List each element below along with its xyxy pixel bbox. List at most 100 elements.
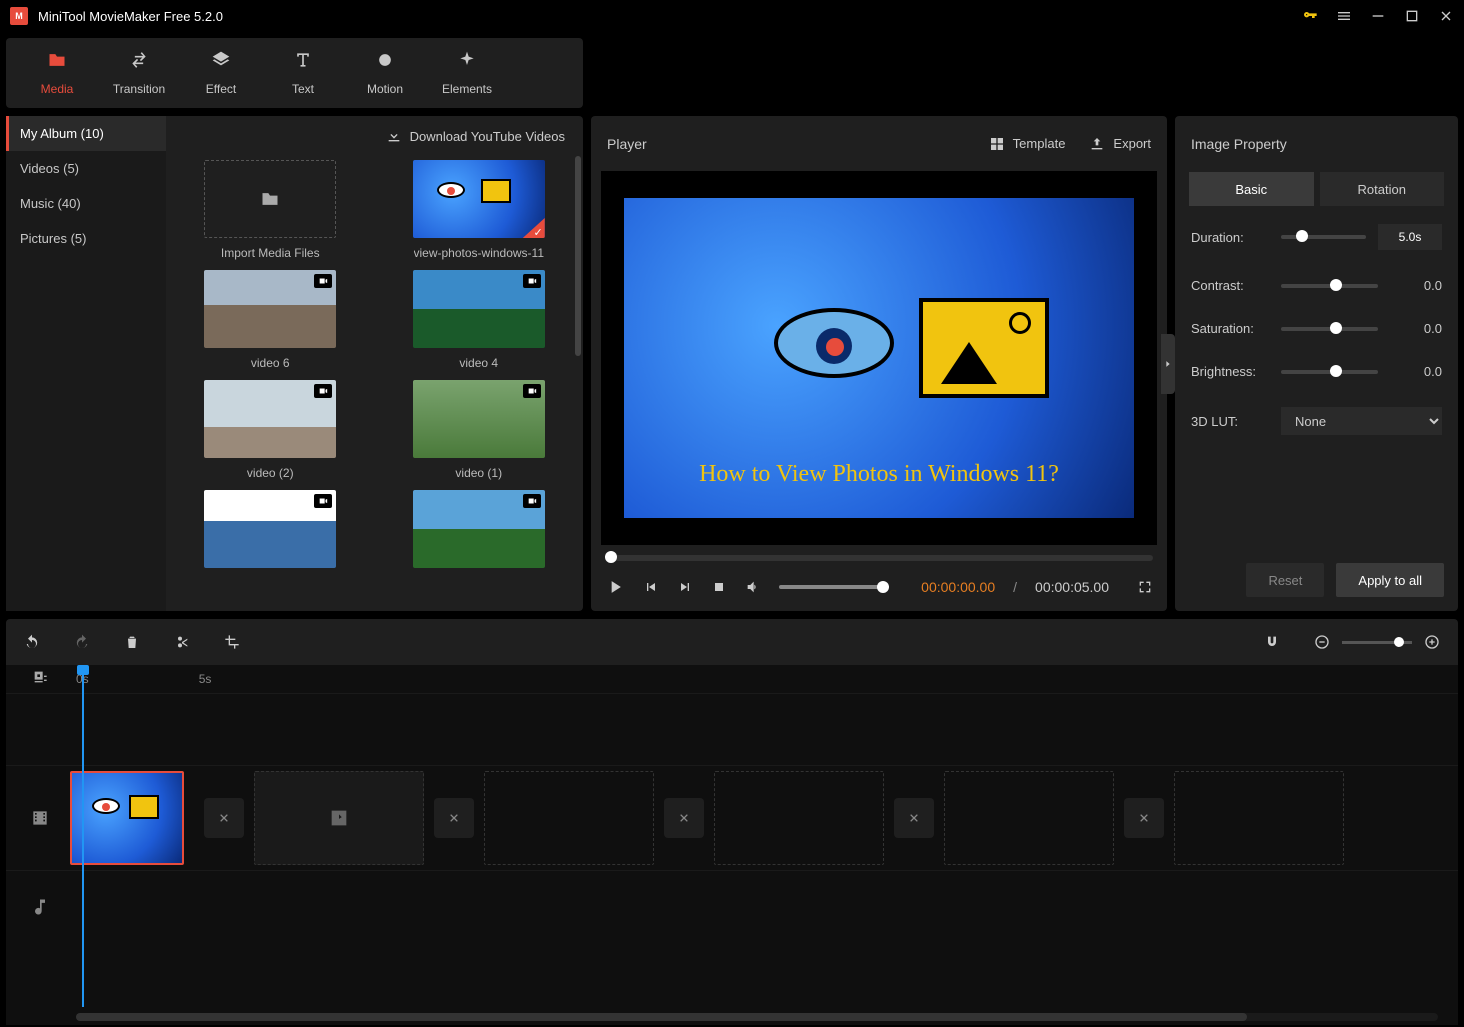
- export-button[interactable]: Export: [1089, 136, 1151, 152]
- media-item-label: video 6: [251, 356, 290, 370]
- property-slider[interactable]: [1281, 327, 1378, 331]
- timeline: 0s 5s: [6, 665, 1458, 1025]
- video-badge-icon: [314, 384, 332, 398]
- properties-title: Image Property: [1175, 116, 1458, 172]
- lut-select[interactable]: None: [1281, 407, 1442, 435]
- transition-slot[interactable]: [434, 798, 474, 838]
- empty-clip-slot[interactable]: [714, 771, 884, 865]
- key-icon[interactable]: [1302, 8, 1318, 24]
- tab-effect[interactable]: Effect: [180, 38, 262, 108]
- property-value[interactable]: 5.0s: [1378, 224, 1442, 250]
- media-item[interactable]: [176, 490, 365, 576]
- timeline-h-scrollbar[interactable]: [76, 1013, 1438, 1021]
- delete-button[interactable]: [124, 634, 140, 650]
- media-item[interactable]: video 4: [385, 270, 574, 370]
- tab-label: Media: [41, 82, 74, 96]
- app-title: MiniTool MovieMaker Free 5.2.0: [38, 9, 1292, 24]
- snap-button[interactable]: [1264, 634, 1280, 650]
- media-panel: My Album (10)Videos (5)Music (40)Picture…: [6, 116, 583, 611]
- media-item[interactable]: [385, 490, 574, 576]
- crop-button[interactable]: [224, 634, 240, 650]
- zoom-slider[interactable]: [1342, 641, 1412, 644]
- transition-slot[interactable]: [1124, 798, 1164, 838]
- playhead[interactable]: [82, 671, 84, 1007]
- empty-clip-slot[interactable]: [1174, 771, 1344, 865]
- category-item[interactable]: Pictures (5): [6, 221, 166, 256]
- prop-tab-basic[interactable]: Basic: [1189, 172, 1314, 206]
- add-track-button[interactable]: [32, 669, 48, 688]
- minimize-icon[interactable]: [1370, 8, 1386, 24]
- fullscreen-button[interactable]: [1137, 579, 1153, 595]
- prev-frame-button[interactable]: [643, 579, 659, 595]
- media-item[interactable]: video (1): [385, 380, 574, 480]
- media-grid: Import Media Files view-photos-windows-11…: [166, 156, 583, 611]
- apply-all-button[interactable]: Apply to all: [1336, 563, 1444, 597]
- zoom-out-button[interactable]: [1314, 634, 1330, 650]
- tab-media[interactable]: Media: [16, 38, 98, 108]
- picture-icon: [919, 298, 1049, 398]
- timeline-toolbar: [6, 619, 1458, 665]
- tab-transition[interactable]: Transition: [98, 38, 180, 108]
- empty-clip-slot[interactable]: [484, 771, 654, 865]
- property-value: 0.0: [1390, 321, 1442, 336]
- tab-motion[interactable]: Motion: [344, 38, 426, 108]
- volume-icon[interactable]: [745, 579, 761, 595]
- category-item[interactable]: My Album (10): [6, 116, 166, 151]
- preview-caption: How to View Photos in Windows 11?: [624, 461, 1134, 488]
- media-item-label: Import Media Files: [221, 246, 320, 260]
- player-title: Player: [607, 136, 647, 152]
- category-item[interactable]: Music (40): [6, 186, 166, 221]
- media-item-label: video 4: [459, 356, 498, 370]
- split-button[interactable]: [174, 634, 190, 650]
- empty-clip-slot[interactable]: [944, 771, 1114, 865]
- maximize-icon[interactable]: [1404, 8, 1420, 24]
- template-button[interactable]: Template: [989, 136, 1066, 152]
- video-track[interactable]: [6, 765, 1458, 870]
- property-slider[interactable]: [1281, 284, 1378, 288]
- panel-expand-handle[interactable]: [1161, 334, 1175, 394]
- preview-area: How to View Photos in Windows 11?: [601, 171, 1157, 545]
- media-item[interactable]: view-photos-windows-11: [385, 160, 574, 260]
- template-label: Template: [1013, 136, 1066, 151]
- close-icon[interactable]: [1438, 8, 1454, 24]
- transition-slot[interactable]: [664, 798, 704, 838]
- empty-clip-slot[interactable]: [254, 771, 424, 865]
- menu-icon[interactable]: [1336, 8, 1352, 24]
- redo-button[interactable]: [74, 634, 90, 650]
- seek-bar[interactable]: [605, 555, 1153, 561]
- zoom-in-button[interactable]: [1424, 634, 1440, 650]
- audio-track[interactable]: [6, 870, 1458, 942]
- next-frame-button[interactable]: [677, 579, 693, 595]
- volume-slider[interactable]: [779, 585, 889, 589]
- media-item-label: video (2): [247, 466, 294, 480]
- tab-elements[interactable]: Elements: [426, 38, 508, 108]
- ruler-mark: 5s: [199, 672, 212, 686]
- media-scrollbar[interactable]: [575, 156, 581, 356]
- download-youtube-label: Download YouTube Videos: [410, 129, 565, 144]
- media-item[interactable]: video 6: [176, 270, 365, 370]
- category-item[interactable]: Videos (5): [6, 151, 166, 186]
- tab-text[interactable]: Text: [262, 38, 344, 108]
- tab-label: Text: [292, 82, 314, 96]
- download-youtube-link[interactable]: Download YouTube Videos: [386, 128, 565, 144]
- property-row: Contrast:0.0: [1191, 278, 1442, 293]
- property-slider[interactable]: [1281, 370, 1378, 374]
- reset-button[interactable]: Reset: [1246, 563, 1324, 597]
- video-badge-icon: [523, 274, 541, 288]
- undo-button[interactable]: [24, 634, 40, 650]
- video-badge-icon: [314, 494, 332, 508]
- play-button[interactable]: [605, 577, 625, 597]
- timeline-clip[interactable]: [70, 771, 184, 865]
- prop-tab-rotation[interactable]: Rotation: [1320, 172, 1445, 206]
- overlay-track[interactable]: [6, 693, 1458, 765]
- transition-slot[interactable]: [894, 798, 934, 838]
- stop-button[interactable]: [711, 579, 727, 595]
- property-label: Contrast:: [1191, 278, 1269, 293]
- timeline-ruler[interactable]: 0s 5s: [6, 665, 1458, 693]
- transition-slot[interactable]: [204, 798, 244, 838]
- media-item[interactable]: video (2): [176, 380, 365, 480]
- audio-track-icon: [20, 897, 60, 917]
- circle-icon: [375, 50, 395, 76]
- property-slider[interactable]: [1281, 235, 1366, 239]
- media-item[interactable]: Import Media Files: [176, 160, 365, 260]
